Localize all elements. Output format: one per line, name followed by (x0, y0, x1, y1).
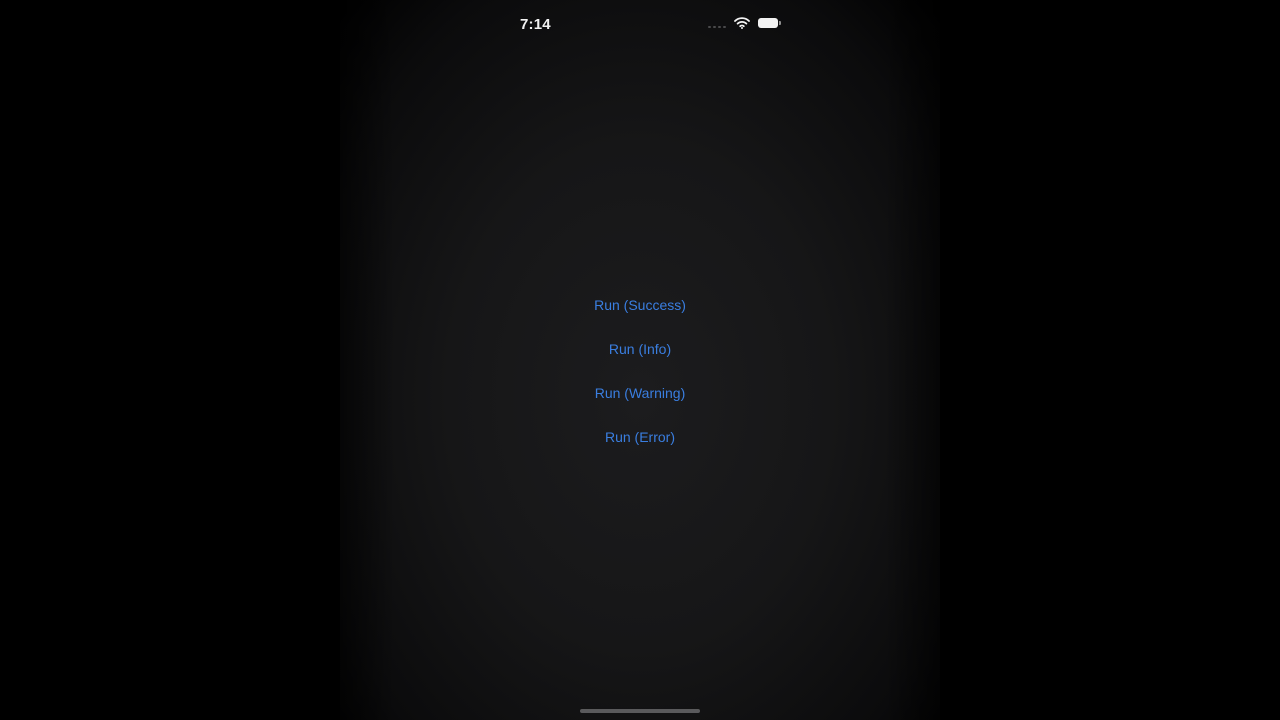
status-bar: 7:14 (500, 12, 790, 38)
battery-icon (758, 18, 781, 28)
run-warning-button[interactable]: Run (Warning) (540, 378, 740, 408)
run-success-button[interactable]: Run (Success) (540, 290, 740, 320)
status-icons (708, 17, 781, 29)
run-info-button[interactable]: Run (Info) (540, 334, 740, 364)
cellular-signal-icon (708, 18, 726, 28)
wifi-icon (734, 17, 750, 29)
status-time: 7:14 (520, 16, 551, 33)
home-indicator[interactable] (580, 709, 700, 713)
run-button-list: Run (Success) Run (Info) Run (Warning) R… (540, 290, 740, 466)
run-error-button[interactable]: Run (Error) (540, 422, 740, 452)
